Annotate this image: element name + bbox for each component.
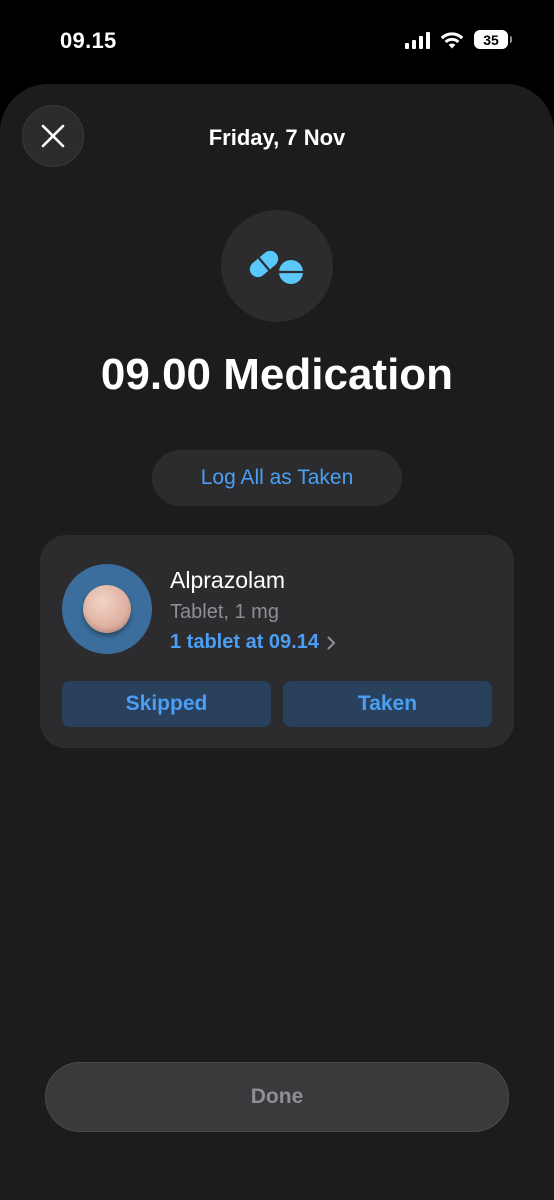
status-bar: 09.15 35: [0, 0, 554, 84]
chevron-right-icon: [327, 636, 336, 650]
status-time: 09.15: [60, 28, 117, 53]
medication-log-sheet: Friday, 7 Nov 09.00 Medication Log All a…: [0, 84, 554, 1200]
wifi-icon: [440, 31, 464, 48]
page-title: 09.00 Medication: [100, 350, 454, 399]
status-icons: 35: [405, 30, 512, 49]
medication-name: Alprazolam: [170, 567, 286, 593]
medication-card: Alprazolam Tablet, 1 mg 1 tablet at 09.1…: [40, 535, 514, 748]
log-all-as-taken-button[interactable]: Log All as Taken: [152, 450, 402, 506]
header-date: Friday, 7 Nov: [208, 125, 346, 150]
pills-icon: [249, 250, 303, 284]
tablet-icon: [83, 585, 131, 633]
medication-dosage: Tablet, 1 mg: [170, 601, 279, 623]
medication-icon-badge: [221, 210, 333, 322]
battery-level: 35: [483, 31, 499, 48]
done-button[interactable]: Done: [45, 1062, 509, 1132]
skipped-button[interactable]: Skipped: [62, 681, 271, 727]
cellular-signal-icon: [405, 31, 430, 49]
log-status-text: 1 tablet at 09.14: [170, 631, 319, 653]
battery-icon: 35: [474, 30, 512, 49]
medication-log-status[interactable]: 1 tablet at 09.14: [170, 631, 336, 654]
taken-button[interactable]: Taken: [283, 681, 492, 727]
medication-shape-icon: [62, 564, 152, 654]
